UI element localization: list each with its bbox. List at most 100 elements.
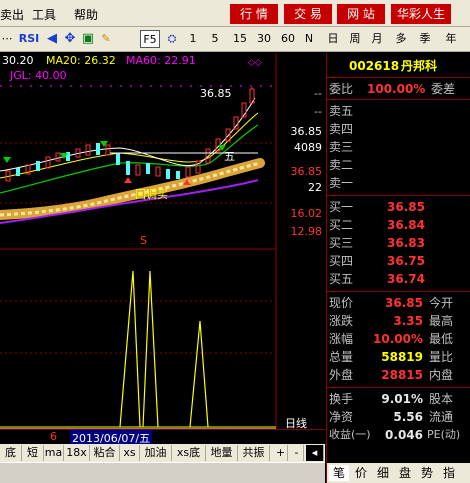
axis-label: 22: [308, 181, 322, 194]
green-arrow-icon: [100, 141, 108, 147]
candle: [233, 116, 239, 130]
quote-label: 换手: [329, 392, 354, 406]
candle: [16, 168, 20, 176]
high-price-label: 36.85: [200, 87, 232, 100]
export-icon[interactable]: ▣: [80, 30, 96, 48]
quote-label-right: 内盘: [429, 368, 454, 382]
period-1-button[interactable]: 1: [186, 30, 200, 48]
ziliang-label: 五: [224, 150, 235, 163]
volume-spike: [119, 270, 141, 428]
horizontal-scrollbar[interactable]: [0, 462, 325, 483]
tab-zhi[interactable]: 指: [439, 465, 459, 481]
tab-jiayou[interactable]: 加油: [140, 445, 172, 461]
quote-label-right: 股本: [429, 392, 454, 406]
ask-1-label: 卖一: [329, 176, 354, 190]
period-5-button[interactable]: 5: [208, 30, 222, 48]
tab-gongzhen[interactable]: 共振: [238, 445, 270, 461]
range-year-button[interactable]: 年: [442, 30, 460, 48]
buy-signal-label: 回调买: [135, 188, 168, 201]
tab-xi[interactable]: 细: [373, 465, 393, 481]
kline-chart-svg: S 36.85 五 回调买 ◇◇: [0, 53, 277, 430]
arrow-left-icon[interactable]: ◀: [44, 30, 60, 48]
range-month-button[interactable]: 月: [368, 30, 386, 48]
ma60-line: [0, 179, 259, 224]
detail-tabs: 笔 价 细 盘 势 指: [327, 463, 470, 483]
tab-ma[interactable]: ma: [44, 445, 64, 461]
quote-panel: 002618 丹邦科 委比 100.00% 委差 卖五 卖四 卖三 卖二 卖一 …: [326, 53, 470, 483]
period-30-button[interactable]: 30: [254, 30, 274, 48]
quote-label-right: 最低: [429, 332, 454, 346]
range-day-button[interactable]: 日: [324, 30, 342, 48]
scroll-left-icon[interactable]: ◂: [306, 445, 324, 461]
quote-value: 36.85: [385, 296, 423, 310]
diamond-icon: ◇◇: [248, 58, 262, 68]
tab-pan[interactable]: 盘: [395, 465, 415, 481]
tab-jia[interactable]: 价: [351, 465, 371, 481]
divider: [327, 77, 470, 78]
axis-label: --: [314, 105, 322, 118]
ask-2-label: 卖二: [329, 158, 354, 172]
tab-bottom[interactable]: 底部: [0, 445, 22, 475]
weibi-label: 委比: [329, 82, 354, 96]
axis-label: 36.85: [290, 165, 323, 178]
tab-short[interactable]: 短: [22, 445, 44, 461]
trade-button[interactable]: 交 易: [283, 3, 333, 25]
draw-tool-icon[interactable]: ⛭: [164, 30, 180, 48]
stock-code: 002618: [349, 59, 400, 73]
huacai-button[interactable]: 华彩人生: [390, 3, 452, 25]
quote-label: 净资: [329, 410, 354, 424]
axis-label: --: [314, 87, 322, 100]
rsi-button[interactable]: RSI: [16, 30, 42, 48]
menu-item-tools[interactable]: 工具: [32, 6, 56, 23]
zoom-out-button[interactable]: -: [290, 445, 304, 461]
zoom-in-button[interactable]: +: [274, 445, 288, 461]
period-60-button[interactable]: 60: [278, 30, 298, 48]
tab-bi[interactable]: 笔: [329, 465, 349, 481]
tab-nianhe[interactable]: 粘合: [90, 445, 120, 461]
tab-diliang[interactable]: 地量: [206, 445, 238, 461]
jgl-value: JGL: 40.00: [10, 69, 67, 82]
pencil-icon[interactable]: ✎: [98, 30, 114, 48]
tab-xs[interactable]: xs: [120, 445, 140, 461]
range-week-button[interactable]: 周: [346, 30, 364, 48]
website-button[interactable]: 网 站: [336, 3, 386, 25]
volume-spikes: [119, 270, 209, 428]
quote-label-right: 最高: [429, 314, 454, 328]
dots-icon[interactable]: ⋯: [0, 30, 14, 48]
range-multi-button[interactable]: 多: [392, 30, 410, 48]
toolbar: ⋯ RSI ◀ ✥ ▣ ✎ F5 ⛭ 1 5 15 30 60 N 日 周 月 …: [0, 27, 470, 52]
menu-item-sell[interactable]: 卖出: [0, 6, 24, 23]
quote-label-right: 今开: [429, 296, 454, 310]
tab-18x[interactable]: 18x: [64, 445, 90, 461]
tab-xs-bottom[interactable]: xs底: [172, 445, 206, 461]
s-marker: S: [140, 234, 147, 247]
weibi-value: 100.00%: [367, 82, 426, 96]
quote-value: 28815: [381, 368, 423, 382]
move-icon[interactable]: ✥: [62, 30, 78, 48]
axis-label: 16.02: [290, 207, 323, 220]
candle: [55, 152, 61, 162]
bid-5-label: 买五: [329, 272, 354, 286]
range-season-button[interactable]: 季: [416, 30, 434, 48]
quote-label-right: 量比: [429, 350, 454, 364]
quote-label: 总量: [329, 350, 354, 364]
f5-button[interactable]: F5: [140, 30, 160, 48]
bid-5-price: 36.74: [387, 272, 425, 286]
bid-1-label: 买一: [329, 200, 354, 214]
period-15-button[interactable]: 15: [230, 30, 250, 48]
ask-4-label: 卖四: [329, 122, 354, 136]
menu-item-help[interactable]: 帮助: [74, 6, 98, 23]
menu-bar: 卖出 工具 帮助 行 情 交 易 网 站 华彩人生: [0, 0, 470, 27]
candle: [116, 153, 120, 165]
quote-button[interactable]: 行 情: [229, 3, 279, 25]
period-n-button[interactable]: N: [302, 30, 316, 48]
ask-5-label: 卖五: [329, 104, 354, 118]
kline-chart[interactable]: S 36.85 五 回调买 ◇◇ 30.20 MA20: 26.32 MA60:…: [0, 53, 325, 430]
candle: [146, 163, 150, 174]
quote-label-right: PE(动): [427, 428, 461, 441]
quote-value: 10.00%: [373, 332, 423, 346]
divider: [327, 195, 470, 196]
tab-shi[interactable]: 势: [417, 465, 437, 481]
candle: [45, 156, 51, 169]
bid-2-price: 36.84: [387, 218, 425, 232]
